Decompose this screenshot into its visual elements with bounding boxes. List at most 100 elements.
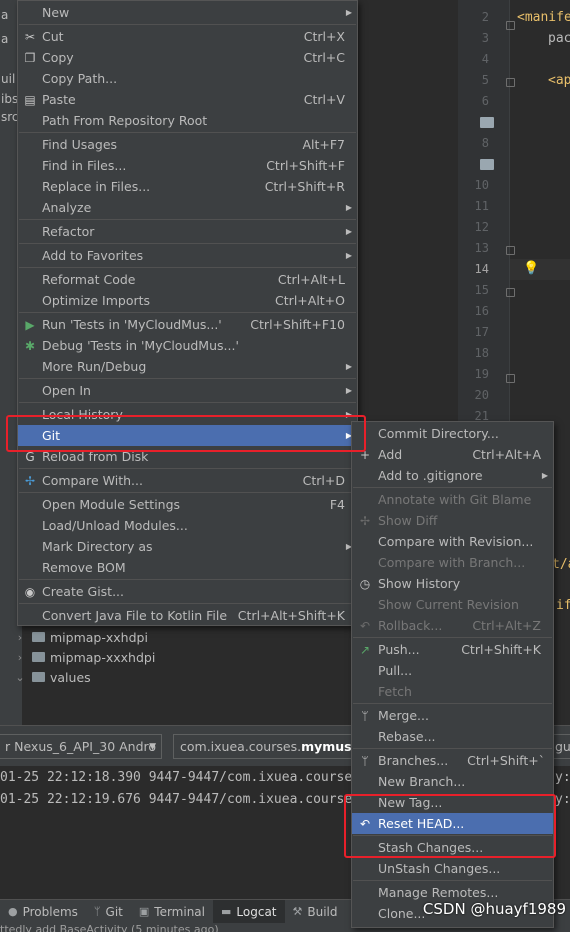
menu-item-more-run-debug[interactable]: More Run/Debug ▶ [18, 356, 357, 377]
fold-marker-icon[interactable] [506, 374, 515, 383]
menu-item-git[interactable]: Git ▶ [18, 425, 357, 446]
fold-marker-icon[interactable] [506, 21, 515, 30]
menu-item-load-unload-modules[interactable]: Load/Unload Modules... [18, 515, 357, 536]
git-fetch[interactable]: Fetch [352, 681, 553, 702]
fold-marker-icon[interactable] [506, 246, 515, 255]
line-number: 13 [474, 241, 489, 255]
line-number: 8 [481, 136, 489, 150]
git-add[interactable]: + Add Ctrl+Alt+A [352, 444, 553, 465]
menu-item-label: Convert Java File to Kotlin File [42, 608, 228, 623]
log-level-fragment: gu [555, 739, 570, 754]
device-select[interactable]: r Nexus_6_API_30 Andro ▼ [0, 734, 162, 759]
menu-item-label: Remove BOM [42, 560, 126, 575]
menu-item-label: Add to Favorites [42, 248, 144, 263]
menu-item-cut[interactable]: ✂ Cut Ctrl+X [18, 26, 357, 47]
menu-item-label: Cut [42, 29, 64, 44]
menu-item-module-settings[interactable]: Open Module Settings F4 [18, 494, 357, 515]
lightbulb-icon[interactable]: 💡 [523, 261, 539, 276]
menu-item-label: Reload from Disk [42, 449, 149, 464]
menu-item-local-history[interactable]: Local History ▶ [18, 404, 357, 425]
menu-item-refactor[interactable]: Refactor ▶ [18, 221, 357, 242]
git-stash-changes[interactable]: Stash Changes... [352, 837, 553, 858]
line-number: 2 [481, 10, 489, 24]
menu-separator [19, 402, 356, 403]
menu-item-copy[interactable]: ❐ Copy Ctrl+C [18, 47, 357, 68]
git-merge[interactable]: ᛘ Merge... [352, 705, 553, 726]
menu-item-new[interactable]: New ▶ [18, 2, 357, 23]
line-number: 17 [474, 325, 489, 339]
menu-item-debug-tests[interactable]: ✱ Debug 'Tests in 'MyCloudMus...' [18, 335, 357, 356]
project-fragment: src [1, 110, 19, 124]
chevron-right-icon[interactable]: › [14, 651, 26, 664]
branch-icon: ᛘ [361, 753, 369, 768]
git-branches[interactable]: ᛘ Branches... Ctrl+Shift+` [352, 750, 553, 771]
folder-icon [32, 652, 45, 662]
tab-problems[interactable]: ● Problems [0, 900, 86, 924]
menu-separator [19, 132, 356, 133]
tree-item-mipmap-xxhdpi[interactable]: › mipmap-xxhdpi [0, 627, 148, 647]
tab-terminal[interactable]: ▣ Terminal [131, 900, 213, 924]
fold-marker-icon[interactable] [506, 288, 515, 297]
menu-item-label: Debug 'Tests in 'MyCloudMus...' [42, 338, 239, 353]
tree-item-values[interactable]: ⌄ values [0, 667, 91, 687]
submenu-arrow-icon: ▶ [345, 227, 352, 236]
tab-git[interactable]: ᛘ Git [86, 900, 131, 924]
menu-item-label: Create Gist... [42, 584, 125, 599]
git-new-tag[interactable]: New Tag... [352, 792, 553, 813]
menu-item-find-in-files[interactable]: Find in Files... Ctrl+Shift+F [18, 155, 357, 176]
git-compare-revision[interactable]: Compare with Revision... [352, 531, 553, 552]
folder-icon [32, 632, 45, 642]
menu-item-remove-bom[interactable]: Remove BOM [18, 557, 357, 578]
chevron-down-icon[interactable]: ⌄ [14, 671, 26, 684]
menu-item-open-in[interactable]: Open In ▶ [18, 380, 357, 401]
code-text: pac [548, 31, 570, 46]
git-show-diff[interactable]: ✢ Show Diff [352, 510, 553, 531]
menu-separator [19, 267, 356, 268]
git-compare-branch[interactable]: Compare with Branch... [352, 552, 553, 573]
tree-item-label: mipmap-xxhdpi [50, 629, 148, 645]
menu-item-add-to-favorites[interactable]: Add to Favorites ▶ [18, 245, 357, 266]
git-show-current-revision[interactable]: Show Current Revision [352, 594, 553, 615]
menu-item-convert-to-kotlin[interactable]: Convert Java File to Kotlin File Ctrl+Alt… [18, 605, 357, 626]
git-unstash-changes[interactable]: UnStash Changes... [352, 858, 553, 879]
menu-separator [19, 243, 356, 244]
tab-build[interactable]: ⚒ Build [285, 900, 346, 924]
menu-item-find-usages[interactable]: Find Usages Alt+F7 [18, 134, 357, 155]
git-push[interactable]: ↗ Push... Ctrl+Shift+K [352, 639, 553, 660]
menu-item-path-from-root[interactable]: Path From Repository Root [18, 110, 357, 131]
app-process-select[interactable]: com.ixuea.courses. mymusic [173, 734, 373, 759]
git-pull[interactable]: Pull... [352, 660, 553, 681]
git-rebase[interactable]: Rebase... [352, 726, 553, 747]
push-icon: ↗ [359, 642, 371, 657]
tree-item-mipmap-xxxhdpi[interactable]: › mipmap-xxxhdpi [0, 647, 156, 667]
menu-item-replace-in-files[interactable]: Replace in Files... Ctrl+Shift+R [18, 176, 357, 197]
menu-separator [19, 378, 356, 379]
menu-item-label: Paste [42, 92, 76, 107]
git-reset-head[interactable]: ↶ Reset HEAD... [352, 813, 553, 834]
menu-item-mark-directory[interactable]: Mark Directory as ▶ [18, 536, 357, 557]
git-add-to-gitignore[interactable]: Add to .gitignore ▶ [352, 465, 553, 486]
menu-item-reformat-code[interactable]: Reformat Code Ctrl+Alt+L [18, 269, 357, 290]
menu-item-label: Load/Unload Modules... [42, 518, 188, 533]
menu-item-reload-from-disk[interactable]: G Reload from Disk [18, 446, 357, 467]
menu-item-run-tests[interactable]: ▶ Run 'Tests in 'MyCloudMus...' Ctrl+Shift… [18, 314, 357, 335]
git-rollback[interactable]: ↶ Rollback... Ctrl+Alt+Z [352, 615, 553, 636]
menu-item-analyze[interactable]: Analyze ▶ [18, 197, 357, 218]
tab-logcat[interactable]: ▬ Logcat [213, 899, 285, 924]
menu-item-paste[interactable]: ▤ Paste Ctrl+V [18, 89, 357, 110]
current-line-highlight [510, 259, 570, 280]
git-commit-directory[interactable]: Commit Directory... [352, 423, 553, 444]
rollback-icon: ↶ [359, 618, 371, 633]
tree-item-label: values [50, 669, 91, 685]
menu-item-compare-with[interactable]: ✢ Compare With... Ctrl+D [18, 470, 357, 491]
menu-item-optimize-imports[interactable]: Optimize Imports Ctrl+Alt+O [18, 290, 357, 311]
app-process-prefix: com.ixuea.courses. [180, 739, 302, 754]
git-annotate-blame[interactable]: Annotate with Git Blame [352, 489, 553, 510]
chevron-right-icon[interactable]: › [14, 631, 26, 644]
line-number: 4 [481, 52, 489, 66]
git-new-branch[interactable]: New Branch... [352, 771, 553, 792]
menu-item-copy-path[interactable]: Copy Path... [18, 68, 357, 89]
menu-item-create-gist[interactable]: ◉ Create Gist... [18, 581, 357, 602]
git-show-history[interactable]: ◷ Show History [352, 573, 553, 594]
fold-marker-icon[interactable] [506, 78, 515, 87]
